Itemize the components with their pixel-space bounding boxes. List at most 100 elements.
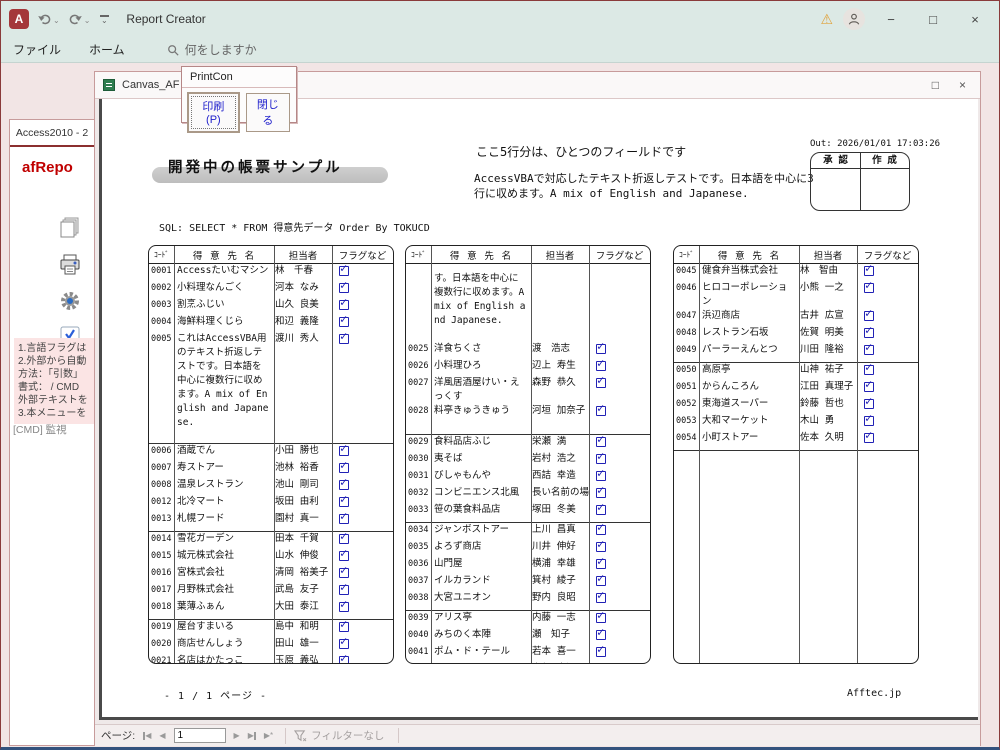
table-row: 0054小町ストアー佐本 久明 [674,431,918,448]
approve-header: 承 認 [811,153,860,168]
report-page: 開発中の帳票サンプル ここ5行分は、ひとつのフィールドです AccessVBAで… [99,99,978,720]
canvas-close-button[interactable]: × [959,78,966,92]
table-row: 0049パーラーえんとつ川田 隆裕 [674,343,918,360]
menu-home[interactable]: ホーム [89,41,125,58]
cell-code: 0052 [674,397,699,414]
table-row: 0050高原亭山神 祐子 [674,363,918,380]
table-column-line [274,246,275,663]
undo-dropdown-icon[interactable]: ⌄ [53,16,60,25]
menu-file[interactable]: ファイル [13,41,61,58]
table-row: 0020商店せんしょう田山 雄一 [149,637,393,654]
table-row: 0006酒蔵でん小田 勝也 [149,444,393,461]
minimize-button[interactable]: − [875,6,907,32]
maximize-button[interactable]: □ [917,6,949,32]
cell-person: 箕村 綾子 [531,574,589,591]
first-page-button[interactable]: ◀ [139,731,155,740]
cell-name: びしゃもんや [431,469,531,486]
cell-person: 林 千春 [274,264,332,281]
new-record-button[interactable]: ▶* [260,731,277,740]
gear-icon[interactable] [59,290,81,317]
col-header-name: 得 意 先 名 [174,248,274,262]
flag-checkbox-icon [864,266,874,276]
table-row: 0031びしゃもんや西詰 幸造 [406,469,650,486]
cell-person: 大田 泰江 [274,600,332,617]
cell-name: 夷そば [431,452,531,469]
cell-name: 札幌フード [174,512,274,529]
cell-person: 江田 真理子 [799,380,857,397]
cell-code: 0004 [149,315,174,332]
print-button[interactable]: 印刷 (P) [188,93,239,132]
cell-code: 0047 [674,309,699,326]
page-label: ページ: [101,728,135,743]
customer-table-3: ｺｰﾄﾞ得 意 先 名担当者フラグなど0045健食弁当株式会社林 智由0046ヒ… [673,245,919,664]
canvas-restore-button[interactable]: □ [932,78,939,92]
cell-code: 0015 [149,549,174,566]
prev-page-button[interactable]: ◀ [155,731,169,740]
table-row: 0025洋食ちくさ渡 浩志 [406,342,650,359]
printcon-dialog: PrintCon 印刷 (P) 閉じる [181,66,297,123]
cell-person: 佐賀 明美 [799,326,857,343]
cell-name: パーラーえんとつ [699,343,799,360]
account-icon[interactable] [843,8,865,30]
sql-text: SQL: SELECT * FROM 得意先データ Order By TOKUC… [159,219,430,234]
flag-checkbox-icon [339,534,349,544]
table-row: す。日本語を中心に複数行に収めます。A mix of English and J… [406,264,650,342]
flag-checkbox-icon [339,300,349,310]
flag-checkbox-icon [596,378,606,388]
search-box[interactable]: 何をしますか [167,41,257,58]
filter-button[interactable]: フィルターなし [294,728,399,743]
col-header-code: ｺｰﾄﾞ [406,249,431,260]
cell-person: 瀬 知子 [531,628,589,645]
next-page-button[interactable]: ▶ [230,731,244,740]
last-page-button[interactable]: ▶ [244,731,260,740]
cell-name: 温泉レストラン [174,478,274,495]
table-row: 0004海鮮料理くじら和辺 義隆 [149,315,393,332]
undo-button[interactable]: ⌄ [37,13,60,26]
cell-code: 0030 [406,452,431,469]
table-row: 0052東海道スーパー鈴藤 哲也 [674,397,918,414]
dialog-close-button[interactable]: 閉じる [246,93,290,132]
close-button[interactable]: × [959,6,991,32]
pages-icon[interactable] [58,216,82,245]
cell-person: 渡川 秀人 [274,332,332,430]
redo-button[interactable]: ⌄ [68,13,91,26]
flag-checkbox-icon [864,382,874,392]
cell-person: 宮部 圭江 [531,662,589,664]
table-group: 0014雪花ガーデン田本 千賀0015城元株式会社山水 伸俊0016宮株式会社清… [149,532,393,620]
cell-code: 0001 [149,264,174,281]
flag-checkbox-icon [596,454,606,464]
sidebar-tab[interactable]: Access2010 - 2 [10,120,94,139]
table-row: 0021名店はかたっこ玉原 義弘 [149,654,393,664]
cell-name: 小料理ひろ [431,359,531,376]
printer-icon[interactable] [58,254,82,281]
flag-checkbox-icon [864,311,874,321]
flag-checkbox-icon [339,334,349,344]
cell-flags [857,431,918,448]
table-column-line [589,246,590,663]
out-timestamp: Out: 2026/01/01 17:03:26 [810,139,940,149]
cell-code: 0036 [406,557,431,574]
canvas-tab[interactable]: Canvas_AF [122,79,179,91]
cell-name: ポム・ド・テール [431,645,531,662]
flag-checkbox-icon [339,266,349,276]
cell-person: 山久 良美 [274,298,332,315]
table-group: 0050高原亭山神 祐子0051からんころん江田 真理子0052東海道スーパー鈴… [674,363,918,451]
page-number-input[interactable] [174,728,226,743]
table-row: 0029食料品店ふじ栄瀬 満 [406,435,650,452]
cell-person: 内藤 一志 [531,611,589,628]
report-title-block: 開発中の帳票サンプル [152,156,388,186]
flag-checkbox-icon [596,647,606,657]
table-row: 0028料亭きゅうきゅう河垣 加奈子 [406,404,650,421]
field-note: ここ5行分は、ひとつのフィールドです [476,143,686,160]
cell-person: 坂田 由利 [274,495,332,512]
cell-person: 西詰 幸造 [531,469,589,486]
customize-quick-access-icon[interactable]: ⌄ [98,15,110,23]
cell-person: 辺上 寿生 [531,359,589,376]
table-row: 0018葉薄ふぁん大田 泰江 [149,600,393,617]
table-row: 0032コンビニエンス北風長い名前の場合 [406,486,650,503]
flag-checkbox-icon [339,602,349,612]
cell-person: 武島 友子 [274,583,332,600]
flag-checkbox-icon [864,416,874,426]
warning-icon[interactable]: ⚠ [820,11,833,28]
redo-dropdown-icon[interactable]: ⌄ [84,16,91,25]
